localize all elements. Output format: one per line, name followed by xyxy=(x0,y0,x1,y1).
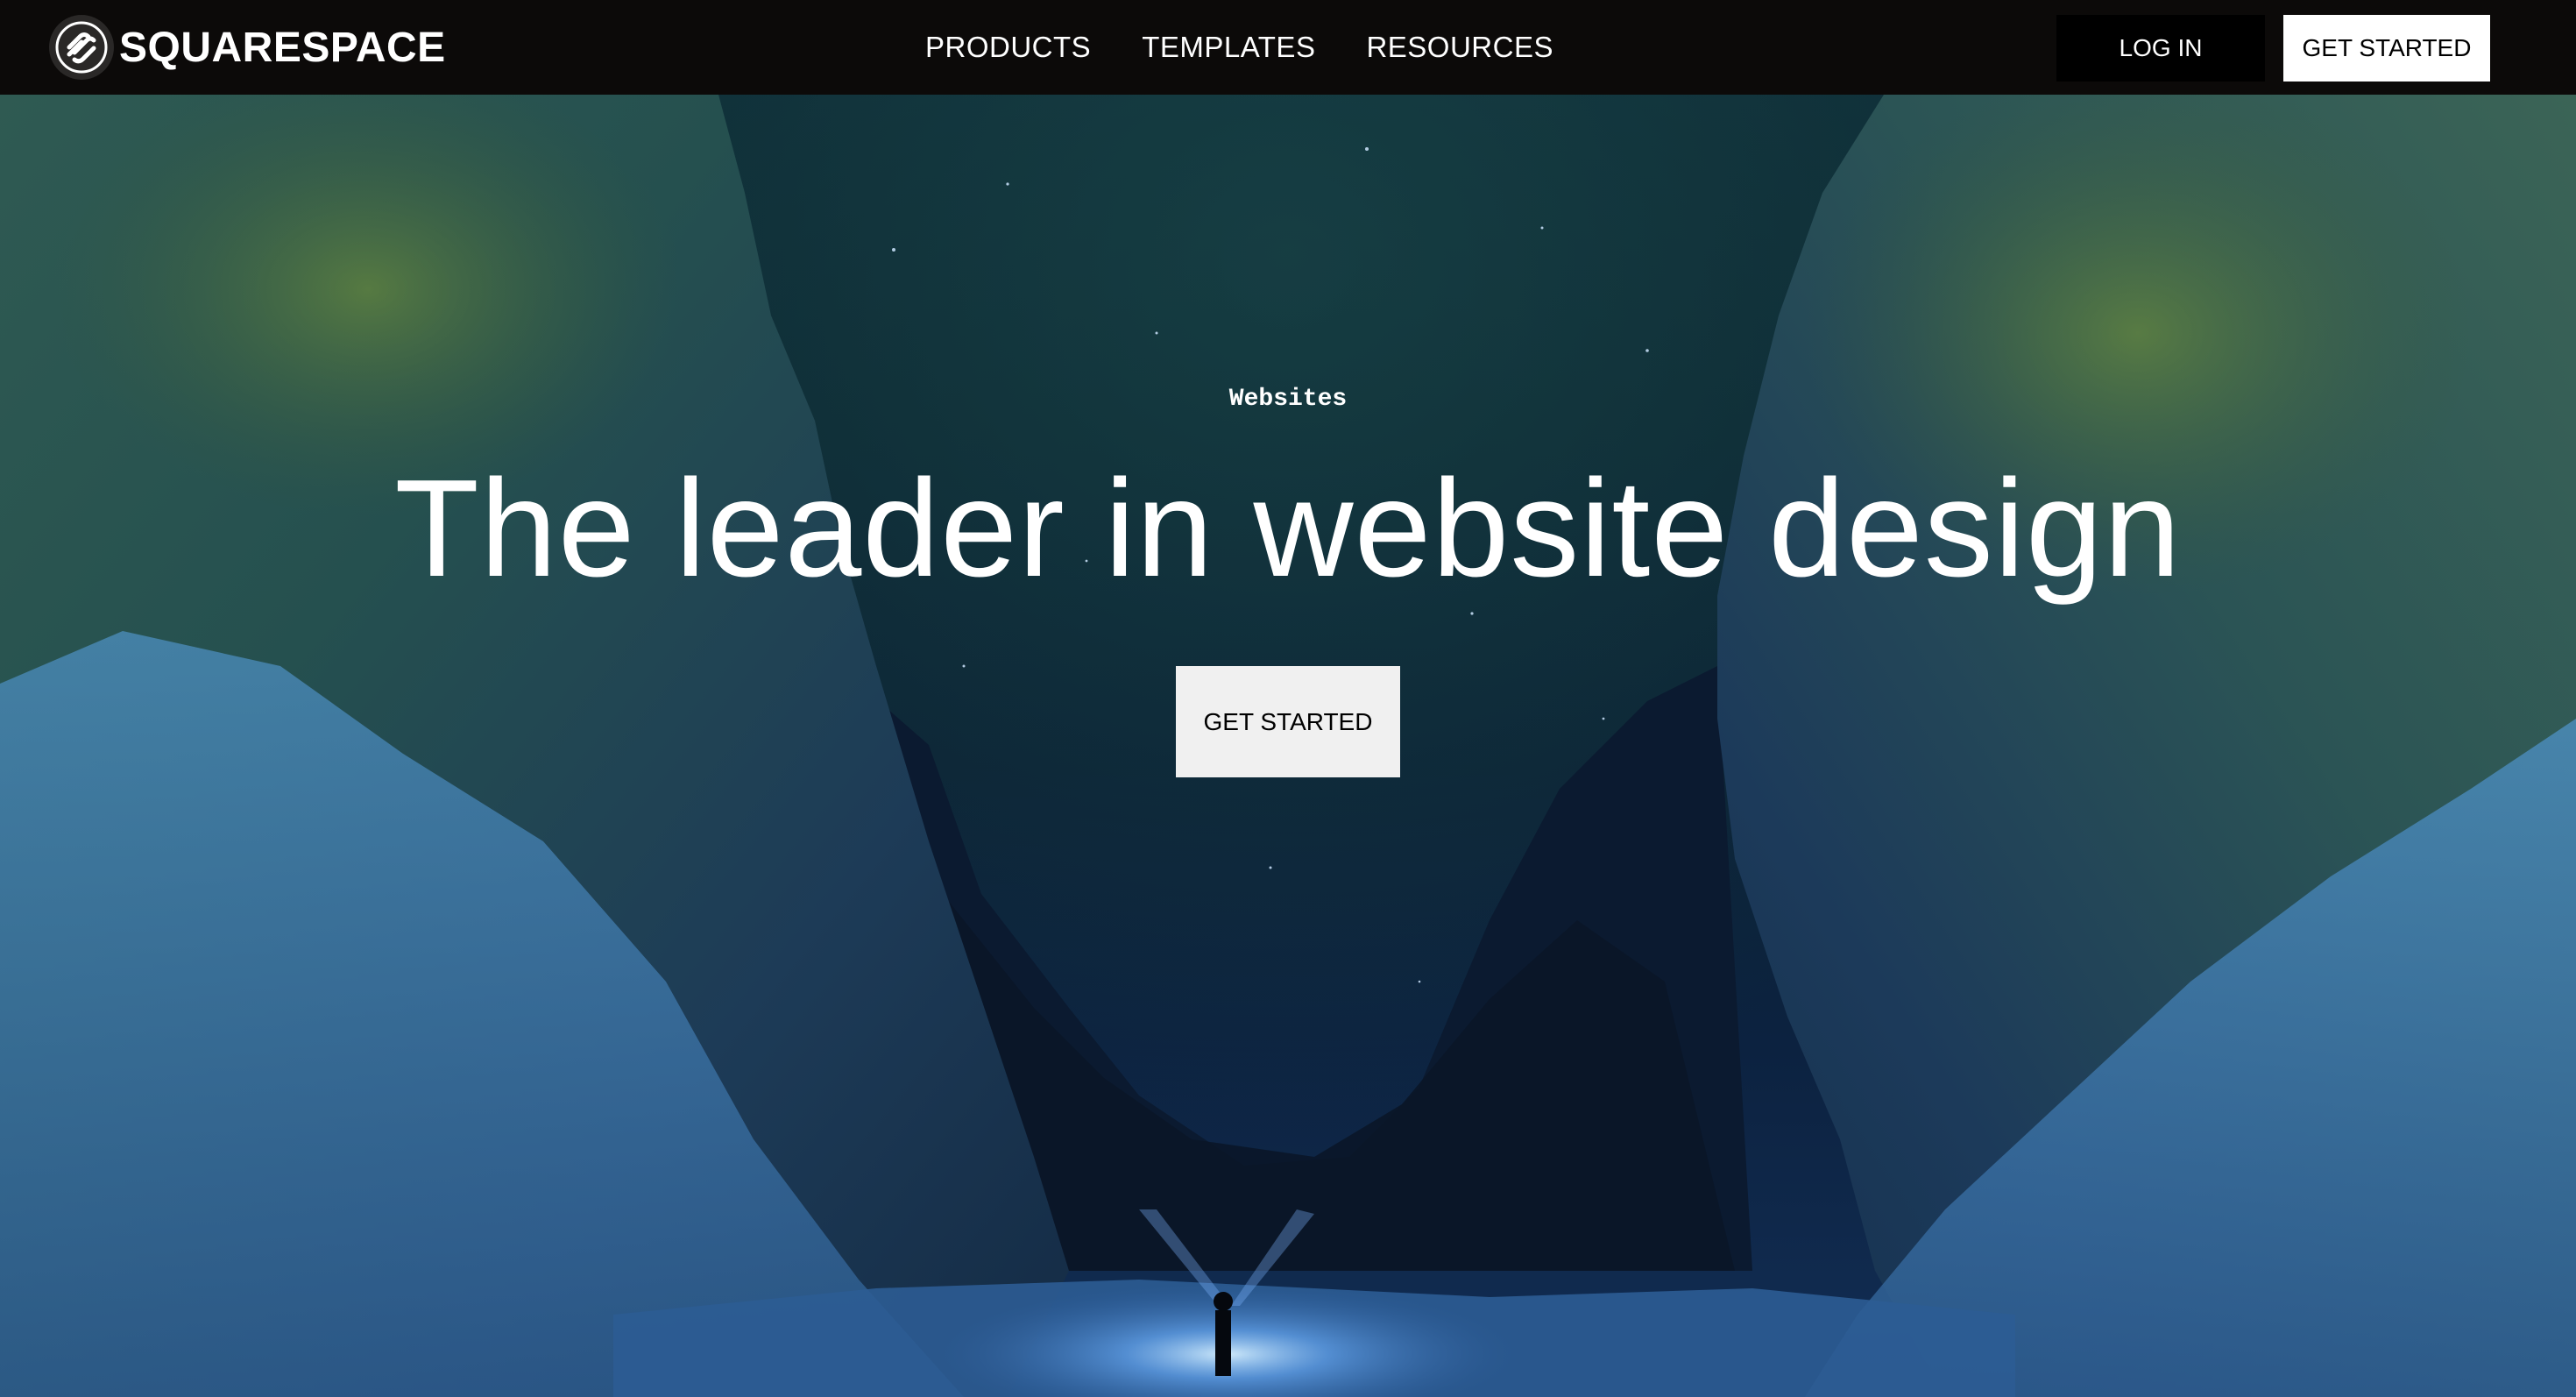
brand-name: SQUARESPACE xyxy=(119,24,446,71)
main-menu: PRODUCTS TEMPLATES RESOURCES xyxy=(925,0,1553,95)
nav-link-products[interactable]: PRODUCTS xyxy=(925,31,1091,64)
nav-get-started-button[interactable]: GET STARTED xyxy=(2283,15,2490,82)
page: SQUARESPACE PRODUCTS TEMPLATES RESOURCES… xyxy=(0,0,2576,1397)
top-navigation: SQUARESPACE PRODUCTS TEMPLATES RESOURCES… xyxy=(0,0,2576,95)
nav-link-resources[interactable]: RESOURCES xyxy=(1366,31,1553,64)
nav-link-templates[interactable]: TEMPLATES xyxy=(1142,31,1315,64)
brand-logo[interactable]: SQUARESPACE xyxy=(49,15,446,80)
hero-eyebrow: Websites xyxy=(1228,386,1348,413)
hero-get-started-button[interactable]: GET STARTED xyxy=(1176,666,1400,777)
hero-headline: The leader in website design xyxy=(394,451,2182,606)
log-in-button[interactable]: LOG IN xyxy=(2056,15,2265,82)
squarespace-logo-icon xyxy=(49,15,114,80)
